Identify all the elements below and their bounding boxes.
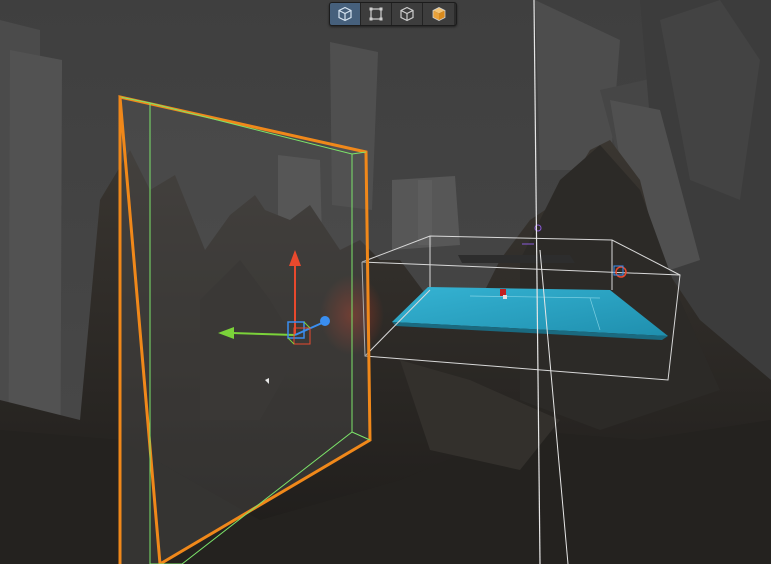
wireframe-view-button[interactable] [392, 3, 423, 25]
cube-wireframe-icon [338, 6, 352, 22]
cube-shaded-icon [432, 7, 445, 21]
gizmo-z-handle-icon[interactable] [320, 316, 330, 326]
view-mode-toolbar [329, 2, 457, 26]
background-ledge [458, 255, 575, 263]
cube-outline-icon [400, 6, 414, 22]
scene-viewport[interactable] [0, 0, 771, 564]
shaded-view-button[interactable] [423, 3, 454, 25]
bounding-rect-icon [369, 7, 383, 21]
bounds-view-button[interactable] [361, 3, 392, 25]
perspective-view-button[interactable] [330, 3, 361, 25]
